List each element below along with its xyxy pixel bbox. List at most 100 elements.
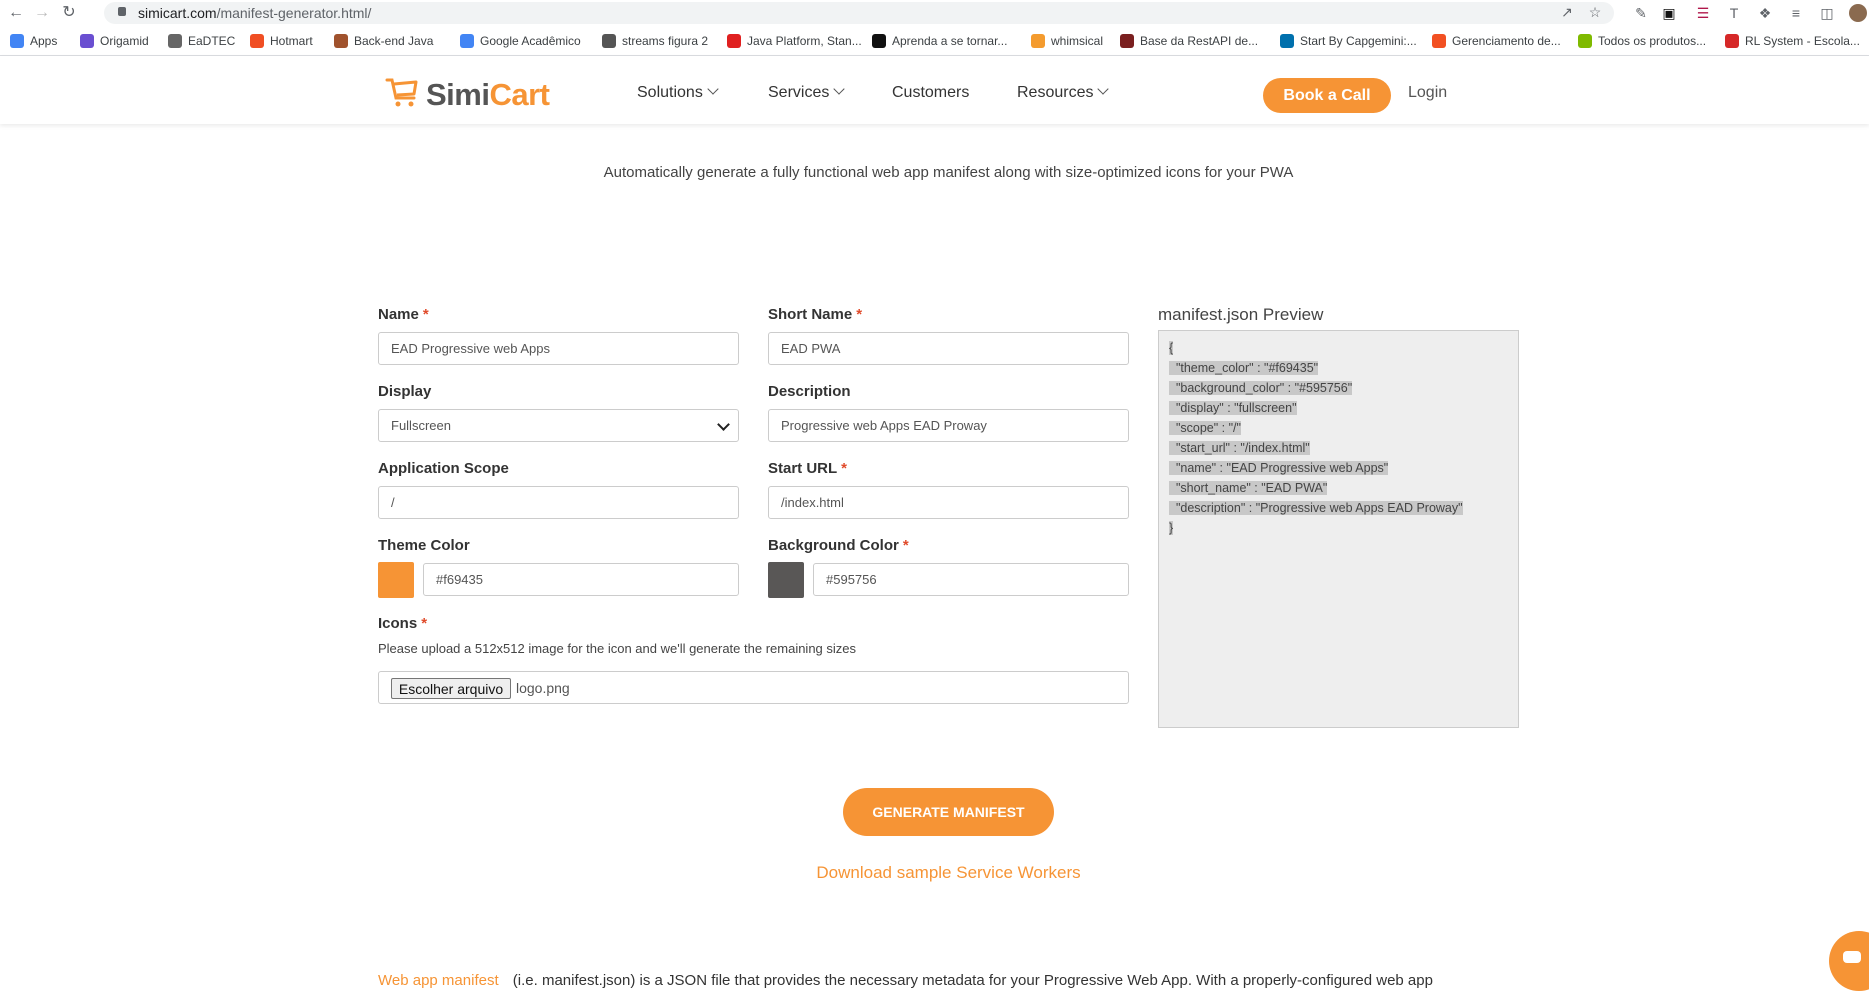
web-app-manifest-link[interactable]: Web app manifest <box>378 972 499 989</box>
back-icon[interactable]: ← <box>6 3 26 23</box>
chat-icon <box>1843 951 1861 963</box>
name-input[interactable]: EAD Progressive web Apps <box>378 332 739 365</box>
background-color-swatch[interactable] <box>768 562 804 598</box>
manifest-preview-line: "start_url" : "/index.html" <box>1169 441 1310 455</box>
bookmark-label: Google Acadêmico <box>480 34 581 48</box>
manifest-preview-line: "scope" : "/" <box>1169 421 1241 435</box>
nav-resources[interactable]: Resources <box>1017 83 1110 102</box>
side-panel-icon[interactable]: ◫ <box>1818 4 1836 22</box>
start-url-input[interactable]: /index.html <box>768 486 1129 519</box>
share-icon[interactable]: ↗ <box>1558 3 1576 21</box>
bookmark-item[interactable]: Hotmart <box>250 34 313 48</box>
browser-toolbar: ← → ↻ simicart.com/manifest-generator.ht… <box>0 0 1869 26</box>
bookmark-item[interactable]: Start By Capgemini:... <box>1280 34 1417 48</box>
manifest-preview-title: manifest.json Preview <box>1158 305 1324 324</box>
cart-logo-icon <box>385 78 418 107</box>
bookmark-item[interactable]: whimsical <box>1031 34 1103 48</box>
bookmark-item[interactable]: Google Acadêmico <box>460 34 581 48</box>
bookmark-item[interactable]: streams figura 2 <box>602 34 708 48</box>
chevron-down-icon <box>1097 83 1110 95</box>
bookmark-label: Apps <box>30 34 58 48</box>
bookmark-favicon-icon <box>1432 34 1446 48</box>
profile-avatar[interactable] <box>1849 4 1867 22</box>
bookmark-favicon-icon <box>1725 34 1739 48</box>
chevron-down-icon <box>717 418 730 431</box>
text-icon[interactable]: T <box>1725 4 1743 22</box>
bookmark-label: Start By Capgemini:... <box>1300 34 1417 48</box>
bookmark-favicon-icon <box>872 34 886 48</box>
extension-icon[interactable]: ✎ <box>1632 4 1650 22</box>
lock-icon <box>118 7 126 16</box>
puzzle-icon[interactable]: ❖ <box>1756 4 1774 22</box>
background-color-label: Background Color * <box>768 537 909 554</box>
nav-services[interactable]: Services <box>768 83 846 102</box>
bookmark-item[interactable]: Apps <box>10 34 57 48</box>
login-link[interactable]: Login <box>1408 84 1447 102</box>
bookmark-favicon-icon <box>1578 34 1592 48</box>
bookmark-label: EaDTEC <box>188 34 236 48</box>
bookmark-favicon-icon <box>1120 34 1134 48</box>
manifest-preview-line: "background_color" : "#595756" <box>1169 381 1353 395</box>
start-url-label: Start URL * <box>768 460 848 477</box>
logo-text: SimiCart <box>426 77 550 112</box>
choose-file-button[interactable]: Escolher arquivo <box>391 678 511 699</box>
name-label: Name * <box>378 306 429 323</box>
bookmark-favicon-icon <box>602 34 616 48</box>
address-bar[interactable]: simicart.com/manifest-generator.html/ ↗ … <box>104 2 1614 24</box>
download-service-workers-link[interactable]: Download sample Service Workers <box>0 863 1869 883</box>
bookmark-item[interactable]: Base da RestAPI de... <box>1120 34 1258 48</box>
url-text: simicart.com/manifest-generator.html/ <box>138 5 372 21</box>
bookmarks-bar: Apps Origamid EaDTEC Hotmart Back-end Java Go… <box>0 27 1869 56</box>
bookmark-item[interactable]: EaDTEC <box>168 34 235 48</box>
bookmark-item[interactable]: RL System - Escola... <box>1725 34 1860 48</box>
bookmark-label: RL System - Escola... <box>1745 34 1860 48</box>
reading-list-icon[interactable]: ≡ <box>1787 4 1805 22</box>
bookmark-label: Back-end Java <box>354 34 434 48</box>
bookmark-item[interactable]: Back-end Java <box>334 34 433 48</box>
bookmark-favicon-icon <box>1031 34 1045 48</box>
bookmark-favicon-icon <box>460 34 474 48</box>
short-name-label: Short Name * <box>768 306 863 323</box>
bookmark-label: streams figura 2 <box>622 34 709 48</box>
forward-icon[interactable]: → <box>32 3 52 23</box>
bookmark-item[interactable]: Origamid <box>80 34 149 48</box>
chevron-down-icon <box>833 83 846 95</box>
manifest-preview-line: "description" : "Progressive web Apps EA… <box>1169 501 1463 515</box>
bookmark-label: Gerenciamento de... <box>1452 34 1561 48</box>
site-header: SimiCart Solutions Services Customers Re… <box>0 56 1869 124</box>
icons-label: Icons * <box>378 615 428 632</box>
theme-color-label: Theme Color <box>378 537 470 554</box>
book-a-call-button[interactable]: Book a Call <box>1263 78 1391 113</box>
theme-color-swatch[interactable] <box>378 562 414 598</box>
theme-color-input[interactable]: #f69435 <box>423 563 739 596</box>
nav-customers[interactable]: Customers <box>892 84 969 102</box>
manifest-preview-line: "theme_color" : "#f69435" <box>1169 361 1319 375</box>
manifest-preview-box[interactable]: { "theme_color" : "#f69435" "background_… <box>1158 330 1519 728</box>
bars-icon[interactable]: ☰ <box>1694 4 1712 22</box>
bookmark-item[interactable]: Aprenda a se tornar... <box>872 34 1007 48</box>
chat-widget-button[interactable] <box>1829 931 1869 991</box>
footer-paragraph: Web app manifest (i.e. manifest.json) is… <box>378 972 1433 989</box>
application-scope-label: Application Scope <box>378 460 509 477</box>
scope-input[interactable]: / <box>378 486 739 519</box>
bookmark-item[interactable]: Todos os produtos... <box>1578 34 1706 48</box>
icons-hint: Please upload a 512x512 image for the ic… <box>378 641 857 656</box>
chevron-down-icon <box>707 83 719 95</box>
reload-icon[interactable]: ↻ <box>59 3 79 23</box>
nav-solutions[interactable]: Solutions <box>637 83 719 102</box>
bookmark-item[interactable]: Gerenciamento de... <box>1432 34 1561 48</box>
bookmark-label: Aprenda a se tornar... <box>892 34 1008 48</box>
background-color-input[interactable]: #595756 <box>813 563 1129 596</box>
bookmark-favicon-icon <box>168 34 182 48</box>
description-input[interactable]: Progressive web Apps EAD Proway <box>768 409 1129 442</box>
display-select[interactable]: Fullscreen <box>378 409 739 442</box>
generate-manifest-button[interactable]: GENERATE MANIFEST <box>843 788 1054 836</box>
short-name-input[interactable]: EAD PWA <box>768 332 1129 365</box>
selected-file-name: logo.png <box>516 680 570 696</box>
manifest-preview-line: { <box>1169 341 1174 355</box>
bookmark-item[interactable]: Java Platform, Stan... <box>727 34 862 48</box>
terminal-icon[interactable]: ▣ <box>1660 4 1678 22</box>
manifest-preview-line: "short_name" : "EAD PWA" <box>1169 481 1328 495</box>
bookmark-label: Java Platform, Stan... <box>747 34 862 48</box>
star-icon[interactable]: ☆ <box>1586 3 1604 21</box>
